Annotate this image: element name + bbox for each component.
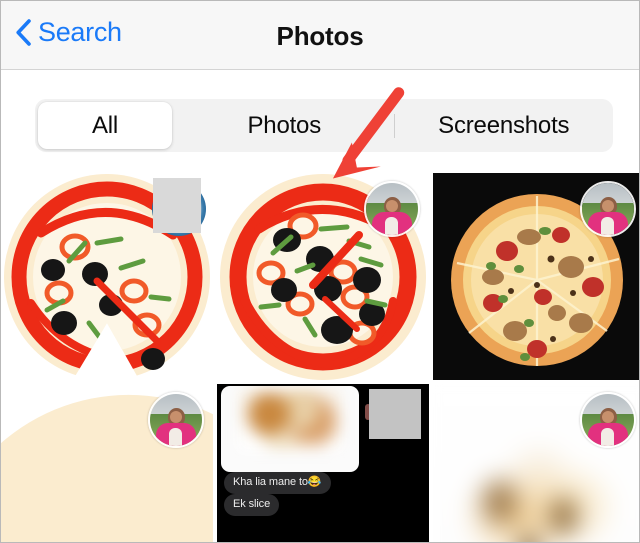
page-title: Photos (276, 21, 364, 51)
photo-tile-drawn-pizza-whole[interactable] (217, 173, 429, 380)
photo-tile-messages-screenshot[interactable]: Kha lia mane to😂 Ek slice (217, 384, 429, 542)
navigation-bar: Search Photos (1, 1, 639, 70)
message-attachment-redaction (369, 389, 421, 439)
segment-all[interactable]: All (38, 102, 172, 149)
message-bubble: Kha lia mane to😂 (224, 472, 331, 494)
avatar (148, 392, 204, 448)
message-bubble: Ek slice (224, 494, 280, 516)
photo-results-grid: Kha lia mane to😂 Ek slice (1, 173, 639, 542)
photo-tile-pizza-photo[interactable] (433, 173, 639, 380)
segment-screenshots-label: Screenshots (438, 111, 570, 139)
segment-screenshots[interactable]: Screenshots (395, 99, 614, 152)
message-attachment-image (221, 386, 359, 472)
avatar (580, 181, 636, 237)
redaction-block (153, 178, 201, 233)
segment-photos[interactable]: Photos (175, 99, 394, 152)
photo-tile-blurred-food[interactable] (433, 384, 639, 542)
photo-tile-drawn-pizza-missing-slice[interactable] (1, 173, 213, 380)
avatar (364, 181, 420, 237)
photo-tile-cream-circle[interactable] (1, 384, 213, 542)
segment-photos-label: Photos (247, 111, 322, 139)
segment-all-label: All (91, 111, 119, 139)
filter-segmented-control[interactable]: All Photos Screenshots (35, 99, 613, 152)
avatar (580, 392, 636, 448)
phone-screen: Search Photos All Photos Screenshots Kha… (0, 0, 640, 543)
